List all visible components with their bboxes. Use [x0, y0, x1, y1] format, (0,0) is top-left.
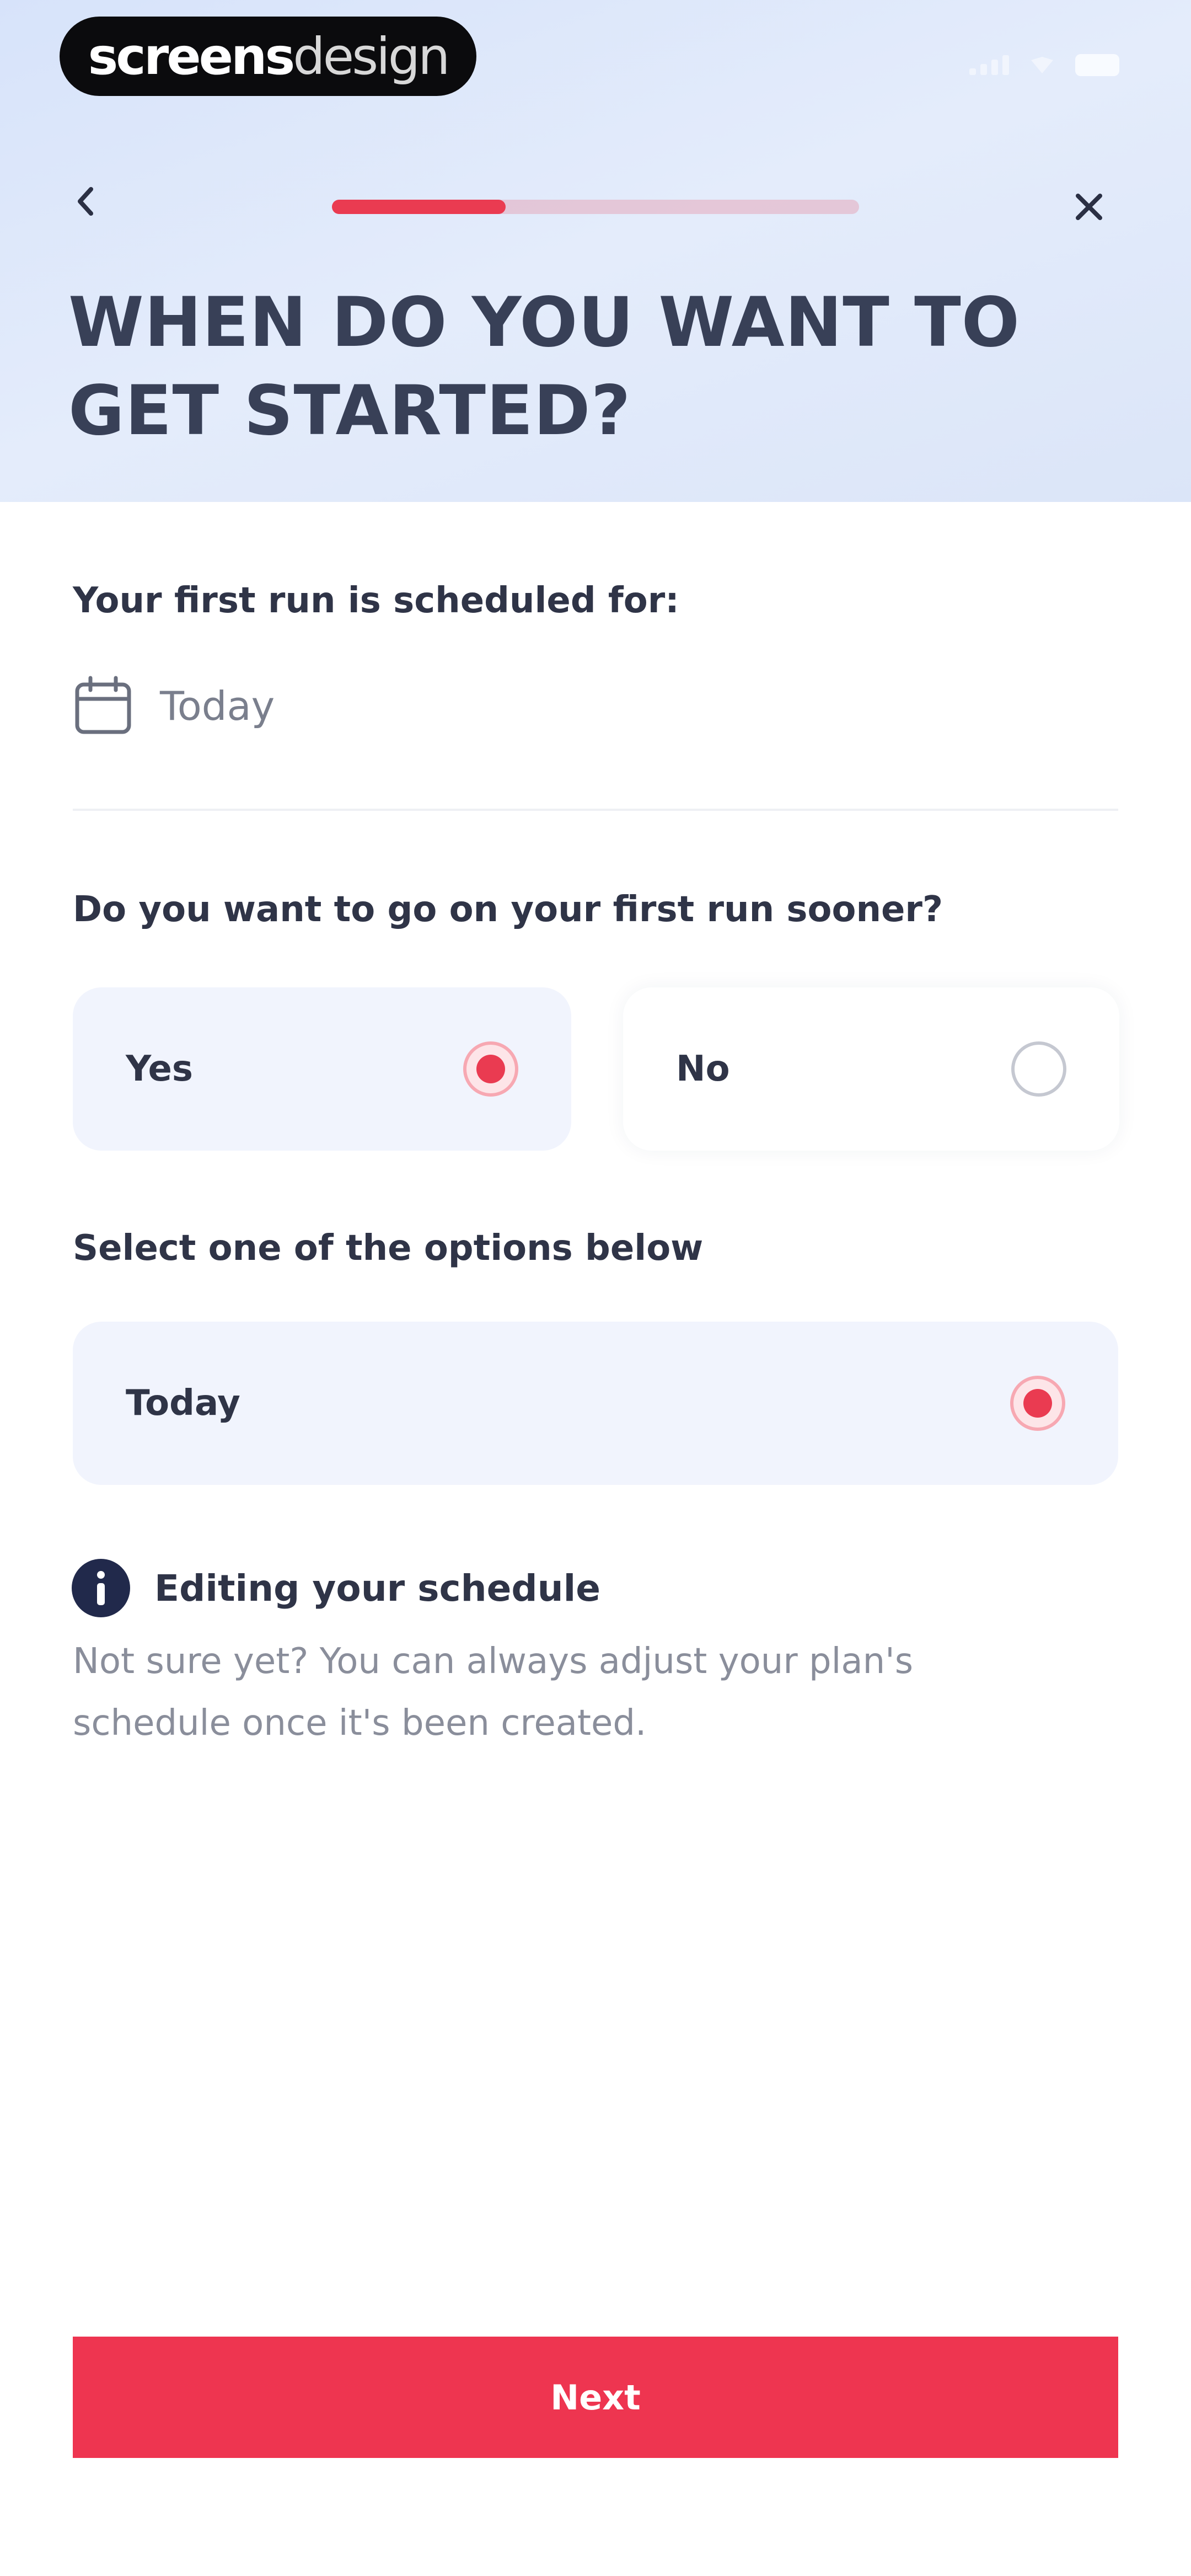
- sooner-question: Do you want to go on your first run soon…: [73, 889, 943, 930]
- section-divider: [73, 809, 1118, 811]
- info-title: Editing your schedule: [154, 1567, 600, 1610]
- scheduled-date-value: Today: [160, 683, 275, 729]
- progress-bar-fill: [332, 200, 506, 214]
- start-options-label: Select one of the options below: [73, 1228, 704, 1269]
- option-no-label: No: [676, 1049, 730, 1089]
- wifi-icon: [1031, 57, 1053, 73]
- info-icon: [72, 1559, 130, 1617]
- radio-selected-icon[interactable]: [463, 1041, 518, 1097]
- page-title: WHEN DO YOU WANT TO GET STARTED?: [68, 283, 1021, 451]
- onboarding-schedule-screen: screens design WHEN DO YOU WANT TO GET ST…: [0, 0, 1191, 2576]
- info-body: Not sure yet? You can always adjust your…: [73, 1641, 914, 1744]
- option-yes-label: Yes: [126, 1049, 193, 1089]
- watermark-bold-part: screens: [88, 26, 296, 86]
- radio-unselected-icon[interactable]: [1011, 1041, 1066, 1097]
- progress-bar: [332, 200, 859, 214]
- signal-icon: [969, 55, 1009, 75]
- back-button[interactable]: [61, 177, 110, 226]
- radio-selected-icon[interactable]: [1010, 1376, 1065, 1431]
- chevron-left-icon: [78, 187, 93, 216]
- calendar-icon: [73, 676, 133, 736]
- header-band: screens design WHEN DO YOU WANT TO GET ST…: [0, 0, 1191, 502]
- option-today[interactable]: Today: [73, 1322, 1118, 1485]
- close-icon: [1076, 194, 1102, 220]
- option-today-label: Today: [126, 1383, 240, 1424]
- next-button[interactable]: Next: [73, 2337, 1118, 2458]
- watermark-light-part: design: [293, 26, 450, 86]
- battery-icon: [1075, 54, 1119, 76]
- schedule-label: Your first run is scheduled for:: [73, 580, 679, 621]
- option-no[interactable]: No: [623, 987, 1119, 1151]
- scheduled-date: Today: [73, 676, 275, 736]
- close-button[interactable]: [1064, 182, 1114, 232]
- status-bar-icons: [969, 54, 1119, 76]
- screensdesign-watermark: screens design: [60, 17, 476, 96]
- option-yes[interactable]: Yes: [73, 987, 571, 1151]
- info-heading: Editing your schedule: [72, 1559, 600, 1617]
